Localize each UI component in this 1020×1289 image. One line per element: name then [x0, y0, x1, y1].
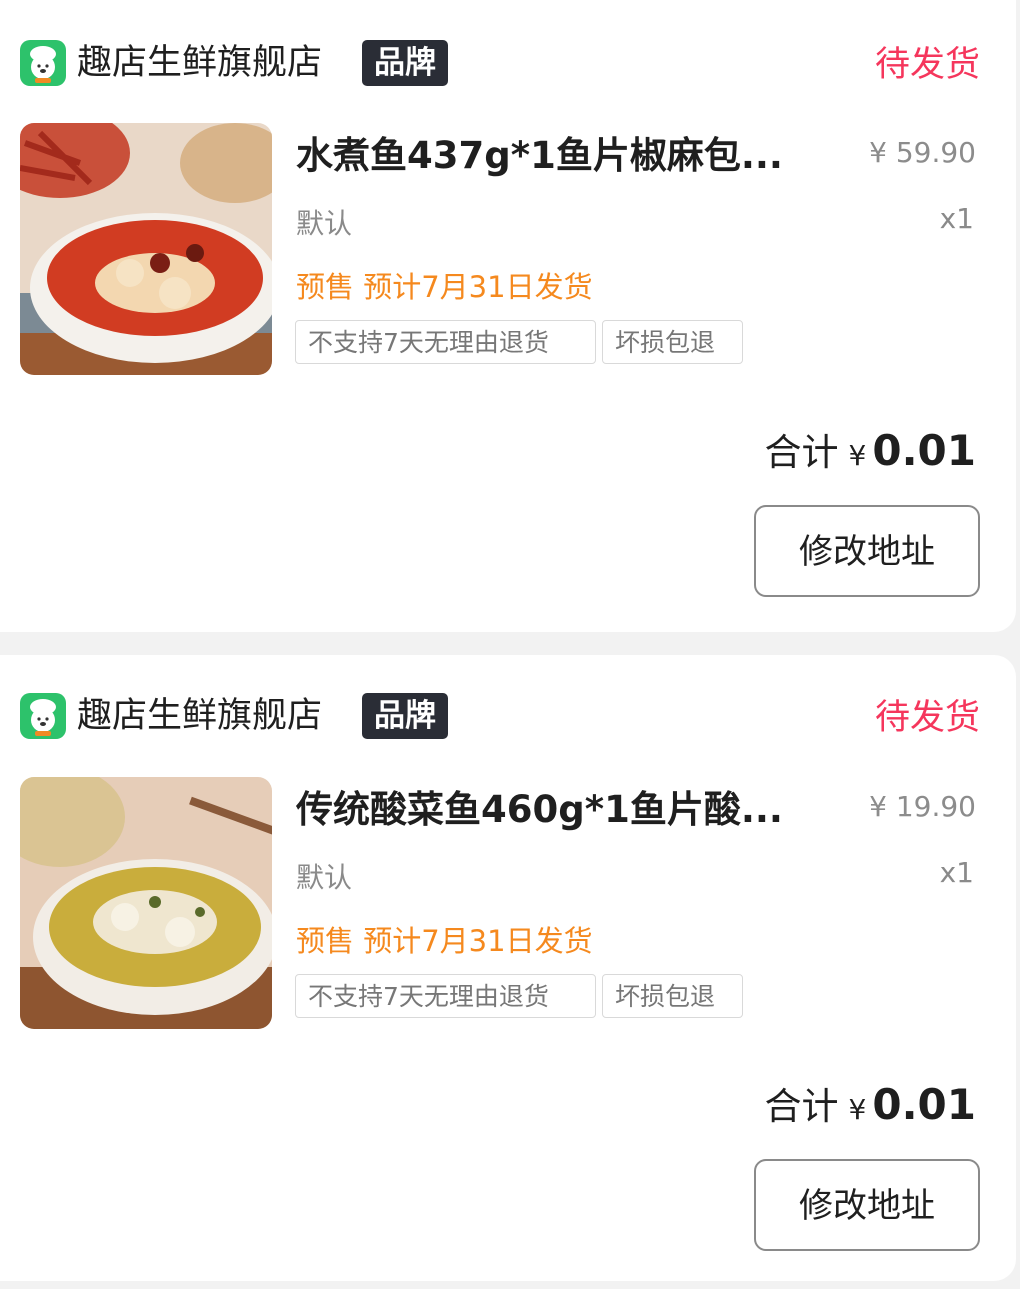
presale-notice: 预售 预计7月31日发货: [296, 270, 593, 304]
product-price: ¥ 19.90: [869, 790, 976, 823]
store-logo-icon: [20, 693, 66, 739]
order-total: 合计 ¥0.01: [765, 1076, 976, 1130]
product-spec: 默认: [296, 207, 353, 240]
store-name[interactable]: 趣店生鲜旗舰店: [77, 40, 322, 86]
brand-badge: 品牌: [362, 693, 448, 739]
product-title[interactable]: 传统酸菜鱼460g*1鱼片酸...: [296, 784, 816, 836]
total-currency: ¥: [848, 1093, 867, 1126]
order-status: 待发货: [874, 45, 980, 85]
product-price: ¥ 59.90: [869, 136, 976, 169]
order-card[interactable]: 趣店生鲜旗舰店 品牌 待发货 水煮鱼437g*1鱼片椒麻包... ¥ 59.90…: [0, 0, 1016, 632]
product-quantity: x1: [939, 856, 974, 889]
order-status: 待发货: [874, 698, 980, 738]
presale-notice: 预售 预计7月31日发货: [296, 924, 593, 958]
total-label: 合计: [764, 431, 839, 474]
modify-address-button[interactable]: 修改地址: [754, 505, 980, 597]
modify-address-button[interactable]: 修改地址: [754, 1159, 980, 1251]
service-tag: 不支持7天无理由退货: [295, 320, 596, 364]
service-tag: 不支持7天无理由退货: [295, 974, 596, 1018]
product-quantity: x1: [939, 202, 974, 235]
total-amount: 0.01: [872, 1080, 976, 1129]
product-title[interactable]: 水煮鱼437g*1鱼片椒麻包...: [296, 130, 816, 182]
order-total: 合计 ¥0.01: [765, 422, 976, 476]
store-logo-icon: [20, 40, 66, 86]
product-image[interactable]: [20, 777, 272, 1029]
store-name[interactable]: 趣店生鲜旗舰店: [77, 693, 322, 739]
service-tag: 坏损包退: [602, 974, 743, 1018]
service-tag: 坏损包退: [602, 320, 743, 364]
total-currency: ¥: [848, 439, 867, 472]
brand-badge: 品牌: [362, 40, 448, 86]
product-spec: 默认: [296, 861, 353, 894]
total-amount: 0.01: [872, 426, 976, 475]
product-image[interactable]: [20, 123, 272, 375]
order-card[interactable]: 趣店生鲜旗舰店 品牌 待发货 传统酸菜鱼460g*1鱼片酸... ¥ 19.90…: [0, 655, 1016, 1281]
total-label: 合计: [764, 1085, 839, 1128]
